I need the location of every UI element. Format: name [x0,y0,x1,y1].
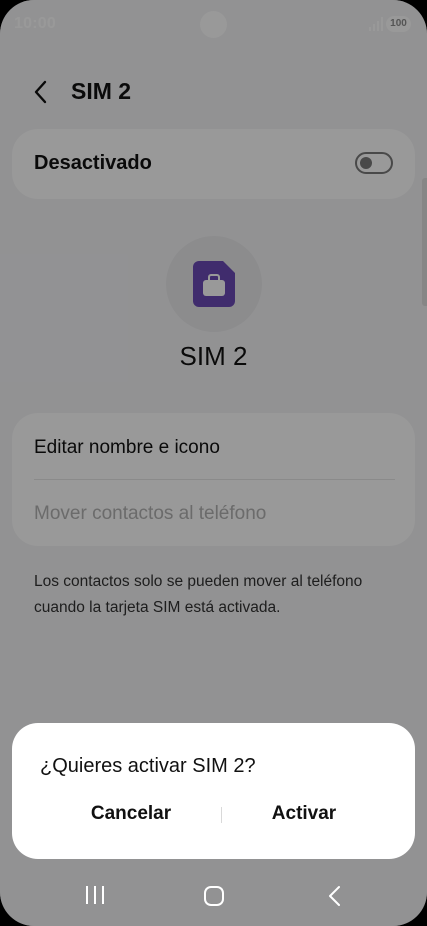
dialog-title: ¿Quieres activar SIM 2? [40,755,256,777]
activate-sim-dialog: ¿Quieres activar SIM 2? Cancelar Activar [12,723,415,859]
device-screen: 10:00 100 SIM 2 Desactivado SIM 2 Editar… [0,0,427,926]
navigation-bar [0,866,427,926]
cancel-button[interactable]: Cancelar [41,803,221,825]
recents-icon[interactable] [84,885,106,905]
activate-button[interactable]: Activar [214,803,394,825]
back-icon[interactable] [325,885,345,907]
home-icon[interactable] [203,885,225,907]
